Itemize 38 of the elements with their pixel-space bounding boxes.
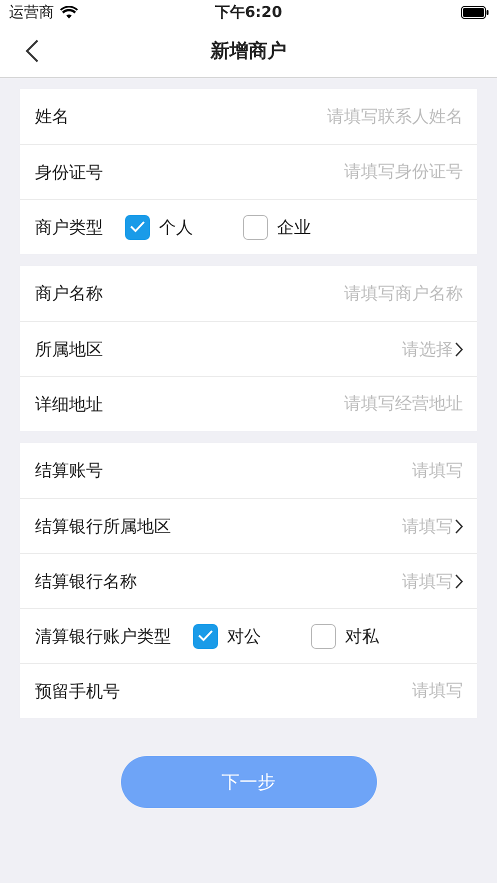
- checkbox[interactable]: [311, 624, 336, 648]
- next-button[interactable]: 下一步: [120, 756, 376, 808]
- checkbox[interactable]: [193, 624, 218, 648]
- input-field[interactable]: 请填写: [103, 456, 463, 486]
- chevron-right-icon: [455, 574, 463, 588]
- checkbox[interactable]: [243, 214, 268, 240]
- field-label: 姓名: [35, 106, 69, 128]
- battery-icon: [461, 6, 489, 19]
- input-field[interactable]: 请填写商户名称: [103, 278, 463, 308]
- option-label: 个人: [159, 216, 193, 238]
- field-label: 商户类型: [35, 216, 103, 238]
- select-field[interactable]: 请选择: [103, 334, 463, 364]
- checkbox[interactable]: [125, 214, 150, 240]
- field-label: 结算银行所属地区: [35, 516, 171, 538]
- option-label: 对公: [227, 626, 261, 648]
- carrier-name: 运营商: [9, 3, 54, 22]
- input-field[interactable]: 请填写身份证号: [103, 157, 463, 187]
- select-field[interactable]: 请填写: [171, 511, 463, 541]
- page-title: 新增商户: [210, 39, 286, 64]
- field-label: 清算银行账户类型: [35, 626, 171, 648]
- field-label: 商户名称: [35, 283, 103, 305]
- input-field[interactable]: 请填写: [120, 676, 463, 706]
- option-label: 企业: [277, 216, 311, 238]
- chevron-right-icon: [455, 342, 463, 356]
- field-label: 所属地区: [35, 338, 103, 360]
- wifi-icon: [60, 6, 78, 19]
- status-time: 下午6:20: [214, 3, 282, 22]
- input-field[interactable]: 请填写经营地址: [103, 389, 463, 419]
- option-label: 对私: [345, 626, 379, 648]
- field-label: 详细地址: [35, 394, 103, 416]
- chevron-right-icon: [455, 518, 463, 534]
- select-field[interactable]: 请填写: [137, 566, 463, 596]
- field-label: 结算账号: [35, 460, 103, 482]
- field-label: 预留手机号: [35, 680, 120, 702]
- back-icon[interactable]: [25, 39, 39, 63]
- input-field[interactable]: 请填写联系人姓名: [69, 102, 463, 132]
- field-label: 身份证号: [35, 162, 103, 184]
- field-label: 结算银行名称: [35, 570, 137, 592]
